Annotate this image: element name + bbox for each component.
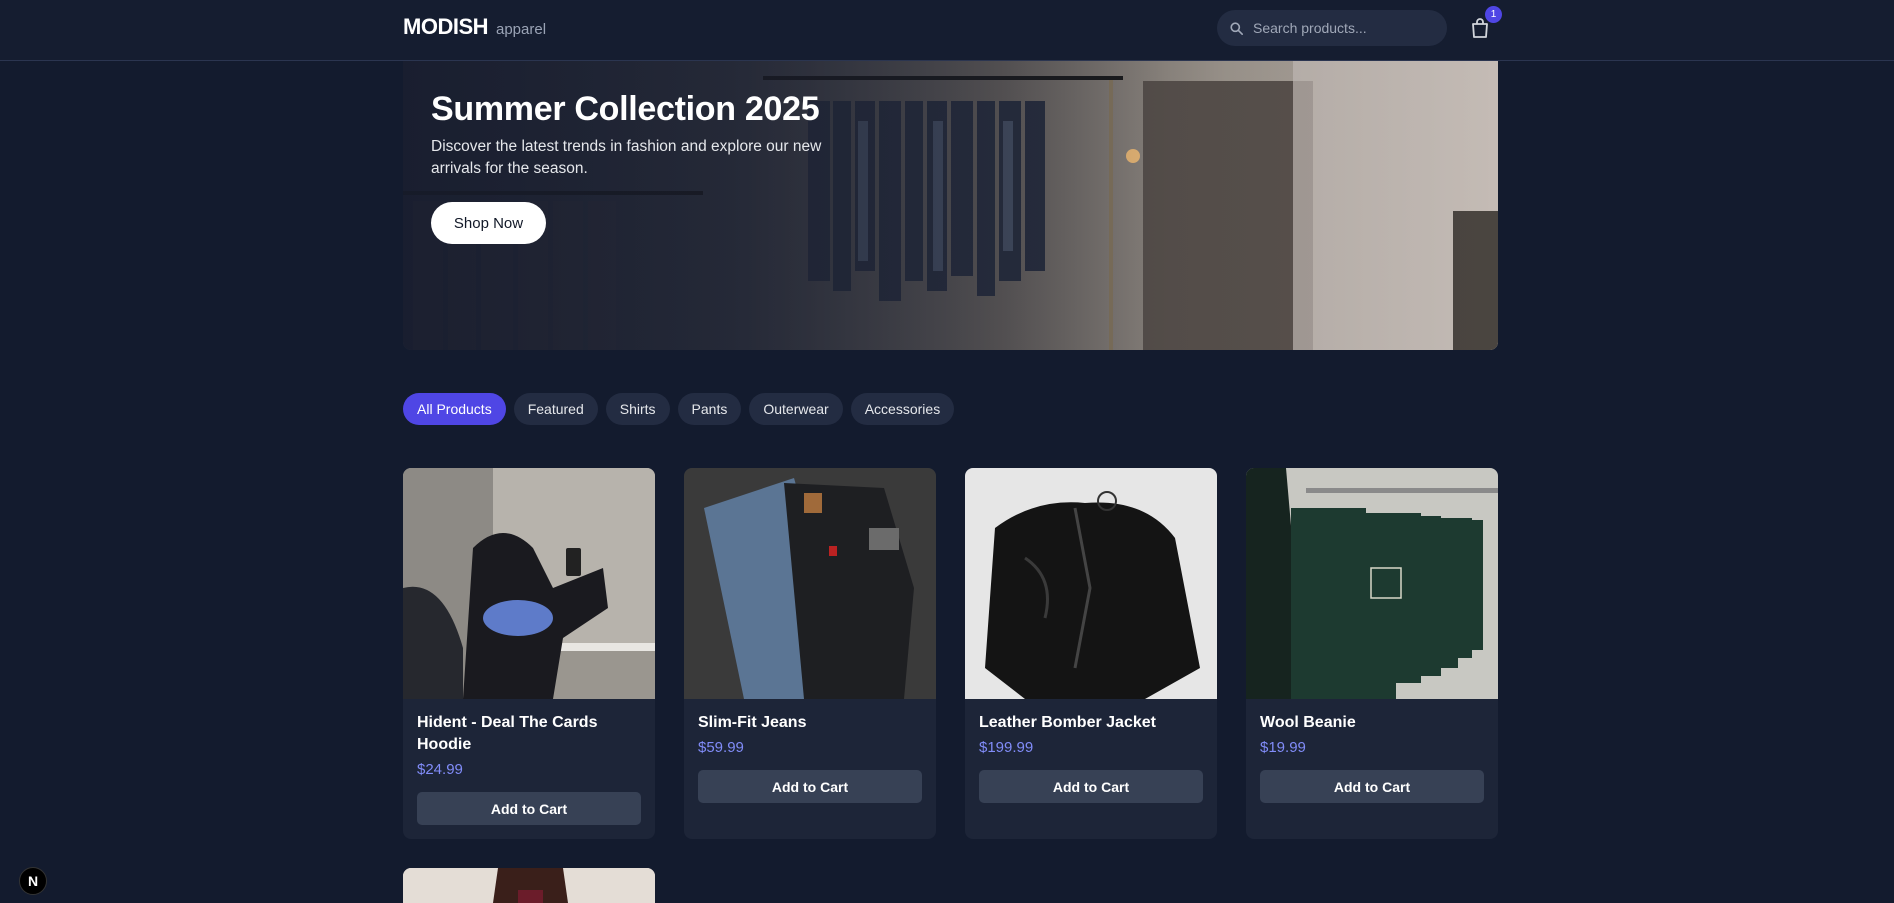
category-outerwear[interactable]: Outerwear (749, 393, 843, 425)
product-card[interactable]: Leather Bomber Jacket $199.99 Add to Car… (965, 468, 1217, 839)
search-icon (1230, 21, 1243, 35)
category-all-products[interactable]: All Products (403, 393, 506, 425)
add-to-cart-button[interactable]: Add to Cart (1260, 770, 1484, 803)
product-price: $199.99 (979, 739, 1034, 756)
cart-count-badge: 1 (1485, 6, 1502, 23)
nextjs-devtools-icon[interactable]: N (19, 867, 47, 895)
search-box[interactable] (1217, 10, 1447, 46)
category-shirts[interactable]: Shirts (605, 393, 670, 425)
add-to-cart-button[interactable]: Add to Cart (417, 792, 641, 825)
product-image (403, 868, 655, 903)
hero-description: Discover the latest trends in fashion an… (431, 138, 822, 177)
category-filters: All Products Featured Shirts Pants Outer… (403, 393, 955, 425)
hero-title: Summer Collection 2025 (431, 90, 820, 128)
brand-logo[interactable]: MODISH apparel (403, 14, 546, 40)
product-image (403, 468, 655, 699)
category-accessories[interactable]: Accessories (850, 393, 955, 425)
category-featured[interactable]: Featured (513, 393, 598, 425)
product-name[interactable]: Leather Bomber Jacket (979, 712, 1203, 734)
product-image (1246, 468, 1498, 699)
product-name[interactable]: Slim-Fit Jeans (698, 712, 922, 734)
brand-name: MODISH (403, 14, 489, 39)
search-input[interactable] (1253, 20, 1433, 36)
top-nav: MODISH apparel (0, 0, 1894, 61)
product-image (684, 468, 936, 699)
brand-subtitle: apparel (496, 21, 547, 38)
add-to-cart-button[interactable]: Add to Cart (979, 770, 1203, 803)
product-name[interactable]: Wool Beanie (1260, 712, 1484, 734)
product-price: $59.99 (698, 739, 744, 756)
product-card[interactable]: Slim-Fit Jeans $59.99 Add to Cart (684, 468, 936, 839)
product-card[interactable]: Wool Beanie $19.99 Add to Cart (1246, 468, 1498, 839)
product-price: $19.99 (1260, 739, 1306, 756)
product-name[interactable]: Hident - Deal The Cards Hoodie (417, 712, 641, 756)
product-card[interactable] (403, 868, 655, 903)
category-pants[interactable]: Pants (677, 393, 742, 425)
product-card[interactable]: Hident - Deal The Cards Hoodie $24.99 Ad… (403, 468, 655, 839)
shop-now-button[interactable]: Shop Now (431, 202, 546, 244)
product-image (965, 468, 1217, 699)
add-to-cart-button[interactable]: Add to Cart (698, 770, 922, 803)
product-price: $24.99 (417, 761, 463, 778)
hero-banner: Summer Collection 2025 Discover the late… (403, 61, 1498, 350)
